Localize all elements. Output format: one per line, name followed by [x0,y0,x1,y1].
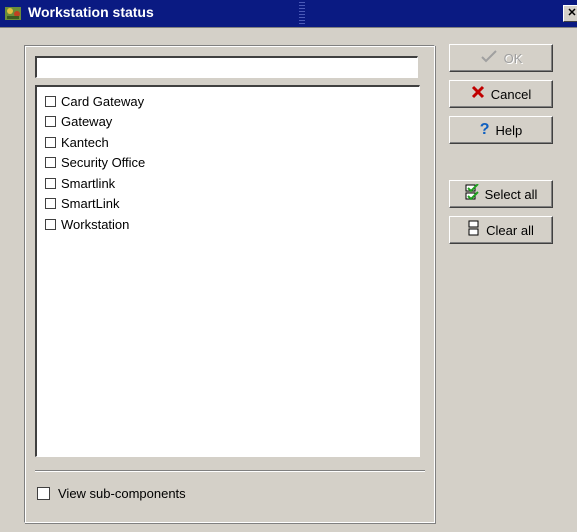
cancel-label: Cancel [490,86,532,102]
x-icon [471,85,485,103]
window-title: Workstation status [28,4,154,20]
list-item-label: Gateway [61,114,113,130]
list-item-checkbox[interactable] [45,136,56,148]
list-item[interactable]: SmartLink [45,194,145,215]
view-sub-components-option[interactable]: View sub-components [37,486,186,501]
list-item[interactable]: Card Gateway [45,91,145,112]
title-grip [299,2,305,25]
select-all-button[interactable]: Select all [449,180,553,208]
view-sub-components-label: View sub-components [58,486,186,501]
list-item-checkbox[interactable] [45,198,56,210]
list-item-checkbox[interactable] [45,177,56,189]
list-item[interactable]: Smartlink [45,173,145,194]
clear-all-button[interactable]: Clear all [449,216,553,244]
list-item-label: Workstation [61,216,130,232]
workstation-status-dialog: Workstation status ✕ Card Gateway Gatewa… [0,0,577,532]
clear-all-icon [468,220,480,240]
list-item[interactable]: Kantech [45,132,145,153]
filter-input[interactable] [35,56,418,78]
workstation-listbox[interactable]: Card Gateway Gateway Kantech Security Of… [35,85,420,457]
check-icon [480,49,498,67]
list-item[interactable]: Security Office [45,153,145,174]
help-button[interactable]: ? Help [449,116,553,144]
separator [35,470,425,472]
list-item-checkbox[interactable] [45,116,56,128]
workstation-list: Card Gateway Gateway Kantech Security Of… [45,91,145,235]
question-icon: ? [479,121,490,138]
list-item-label: Smartlink [61,175,116,191]
clear-all-label: Clear all [486,222,534,238]
list-item-checkbox[interactable] [45,95,56,107]
list-item-label: Kantech [61,134,109,150]
list-item-checkbox[interactable] [45,157,56,169]
title-bar[interactable]: Workstation status ✕ [0,0,577,28]
ok-button[interactable]: OK [449,44,553,72]
list-item-checkbox[interactable] [45,218,56,230]
cancel-button[interactable]: Cancel [449,80,553,108]
view-sub-components-checkbox[interactable] [37,487,50,500]
ok-label: OK [503,50,523,66]
list-item-label: Card Gateway [61,93,145,109]
list-item-label: SmartLink [61,196,120,212]
list-item[interactable]: Gateway [45,112,145,133]
close-button[interactable]: ✕ [563,5,577,22]
select-all-label: Select all [484,186,538,202]
app-icon [4,4,24,22]
list-item-label: Security Office [61,155,146,171]
list-item[interactable]: Workstation [45,214,145,235]
help-label: Help [495,122,523,138]
select-all-icon [465,183,479,204]
